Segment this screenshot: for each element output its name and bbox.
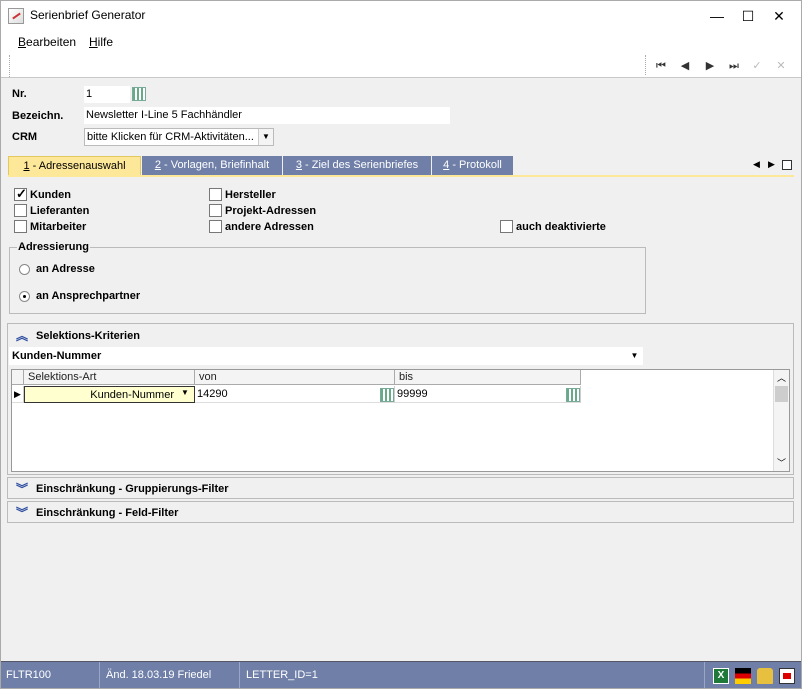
pdf-icon[interactable] xyxy=(779,668,795,684)
maximize-button[interactable]: ☐ xyxy=(734,5,762,27)
projekt-checkbox[interactable] xyxy=(209,204,222,217)
deaktiviert-label: auch deaktivierte xyxy=(516,221,606,233)
chevron-down-icon[interactable]: ▼ xyxy=(627,348,642,364)
selektion-title: Selektions-Kriterien xyxy=(36,330,140,342)
chevron-down-icon[interactable]: ︾ xyxy=(14,483,30,495)
gruppierungs-filter-title: Einschränkung - Gruppierungs-Filter xyxy=(36,483,229,495)
calculator-icon[interactable] xyxy=(132,87,146,101)
status-letter-id: LETTER_ID=1 xyxy=(240,662,705,689)
status-changed: Änd. 18.03.19 Friedel xyxy=(100,662,240,689)
confirm-icon[interactable]: ✓ xyxy=(747,57,767,75)
tab-scroll-left-icon[interactable]: ◀ xyxy=(753,159,760,170)
column-header-bis[interactable]: bis xyxy=(395,370,581,385)
mitarbeiter-checkbox[interactable] xyxy=(14,220,27,233)
hersteller-checkbox[interactable] xyxy=(209,188,222,201)
bezeichnung-field[interactable]: Newsletter I-Line 5 Fachhändler xyxy=(84,107,450,124)
crm-dropdown[interactable]: bitte Klicken für CRM-Aktivitäten... ▼ xyxy=(84,128,274,146)
andere-checkbox[interactable] xyxy=(209,220,222,233)
hersteller-label: Hersteller xyxy=(225,189,276,201)
lieferanten-checkbox[interactable] xyxy=(14,204,27,217)
lock-icon[interactable] xyxy=(757,668,773,684)
row-bis-cell[interactable]: 99999 xyxy=(395,386,581,403)
deaktiviert-checkbox[interactable] xyxy=(500,220,513,233)
adressierung-group xyxy=(9,247,646,314)
kunden-label: Kunden xyxy=(30,189,71,201)
chevron-down-icon[interactable]: ▼ xyxy=(181,388,189,397)
radio-an-ansprechpartner[interactable] xyxy=(19,291,30,302)
row-pointer-icon: ▶ xyxy=(12,386,24,403)
column-header-von[interactable]: von xyxy=(195,370,395,385)
last-record-icon[interactable]: ⏭ xyxy=(724,57,744,75)
lieferanten-label: Lieferanten xyxy=(30,205,90,217)
projekt-label: Projekt-Adressen xyxy=(225,205,317,217)
kriterium-value: Kunden-Nummer xyxy=(12,350,102,362)
first-record-icon[interactable]: ⏮ xyxy=(651,57,671,75)
an-ansprechpartner-label: an Ansprechpartner xyxy=(36,290,141,302)
nr-field[interactable]: 1 xyxy=(84,86,130,103)
scroll-down-icon[interactable]: ﹀ xyxy=(777,456,786,469)
next-record-icon[interactable]: ▶ xyxy=(700,57,720,75)
row-von-cell[interactable]: 14290 xyxy=(195,386,395,403)
chevron-down-icon[interactable]: ︾ xyxy=(14,507,30,519)
row-art-cell[interactable]: Kunden-Nummer xyxy=(24,386,195,403)
status-bar: FLTR100 Änd. 18.03.19 Friedel LETTER_ID=… xyxy=(0,661,802,689)
app-icon[interactable] xyxy=(8,8,24,24)
column-header-art[interactable]: Selektions-Art xyxy=(24,370,195,385)
close-button[interactable]: ✕ xyxy=(765,5,793,27)
andere-label: andere Adressen xyxy=(225,221,314,233)
feld-filter-title: Einschränkung - Feld-Filter xyxy=(36,507,179,519)
grid-scrollbar[interactable]: ︿ ﹀ xyxy=(773,370,789,471)
tab-ziel[interactable]: 3 - Ziel des Serienbriefes xyxy=(283,156,431,175)
tab-bar: 1 - Adressenauswahl 2 - Vorlagen, Briefi… xyxy=(8,156,794,176)
tab-protokoll[interactable]: 4 - Protokoll xyxy=(432,156,513,175)
nr-label: Nr. xyxy=(12,88,27,100)
scroll-thumb[interactable] xyxy=(775,386,788,402)
tab-vorlagen[interactable]: 2 - Vorlagen, Briefinhalt xyxy=(142,156,282,175)
adressierung-title: Adressierung xyxy=(17,241,90,253)
prev-record-icon[interactable]: ◀ xyxy=(675,57,695,75)
bezeichnung-label: Bezeichn. xyxy=(12,110,64,122)
kunden-checkbox[interactable]: ✓ xyxy=(14,186,27,201)
window-title: Serienbrief Generator xyxy=(30,8,146,22)
tab-underline xyxy=(8,175,794,177)
crm-label: CRM xyxy=(12,131,38,143)
mitarbeiter-label: Mitarbeiter xyxy=(30,221,87,233)
cancel-icon[interactable]: ✕ xyxy=(771,57,791,75)
calculator-icon[interactable] xyxy=(380,388,394,402)
radio-an-adresse[interactable] xyxy=(19,264,30,275)
row-indicator-header xyxy=(12,370,24,385)
tab-adressenauswahl[interactable]: 1 - Adressenauswahl xyxy=(8,156,141,175)
chevron-up-icon[interactable]: ︽ xyxy=(14,330,30,342)
crm-value: bitte Klicken für CRM-Aktivitäten... xyxy=(87,131,254,143)
scroll-up-icon[interactable]: ︿ xyxy=(777,371,786,384)
feld-filter-section[interactable]: ︾ Einschränkung - Feld-Filter xyxy=(7,501,794,523)
chevron-down-icon[interactable]: ▼ xyxy=(258,129,273,145)
tab-close-icon[interactable] xyxy=(782,160,792,170)
an-adresse-label: an Adresse xyxy=(36,263,95,275)
gruppierungs-filter-section[interactable]: ︾ Einschränkung - Gruppierungs-Filter xyxy=(7,477,794,499)
menu-bearbeiten[interactable]: Bearbeiten xyxy=(18,35,76,49)
kriterium-dropdown[interactable]: Kunden-Nummer ▼ xyxy=(9,347,643,365)
minimize-button[interactable]: — xyxy=(703,5,731,27)
tab-scroll-right-icon[interactable]: ▶ xyxy=(768,159,775,170)
selektion-grid: Selektions-Art von bis ▶ Kunden-Nummer ▼… xyxy=(11,369,790,472)
calculator-icon[interactable] xyxy=(566,388,580,402)
selektion-header[interactable]: ︽ Selektions-Kriterien xyxy=(12,325,790,347)
title-bar: Serienbrief Generator — ☐ ✕ xyxy=(0,0,802,30)
status-code: FLTR100 xyxy=(0,662,100,689)
nav-grip xyxy=(645,55,646,75)
menu-hilfe[interactable]: Hilfe xyxy=(89,35,113,49)
excel-icon[interactable]: X xyxy=(713,668,729,684)
toolbar-grip xyxy=(9,55,10,77)
german-flag-icon[interactable] xyxy=(735,668,751,684)
